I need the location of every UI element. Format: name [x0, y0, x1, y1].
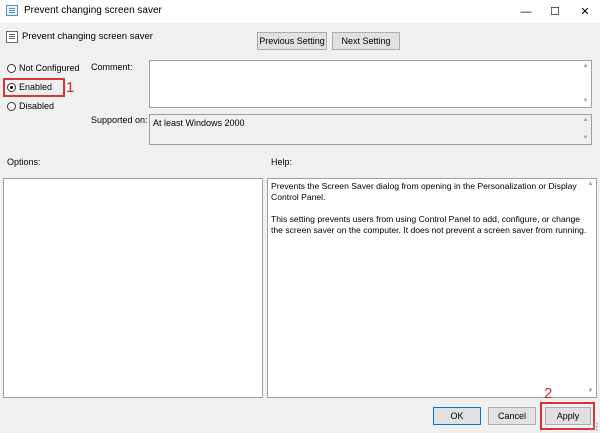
- apply-button[interactable]: Apply: [545, 407, 591, 425]
- scroll-down-icon[interactable]: ▼: [587, 388, 594, 395]
- title-bar: Prevent changing screen saver — ☐ ✕: [0, 0, 600, 23]
- previous-setting-button[interactable]: Previous Setting: [257, 32, 327, 50]
- supported-on-label: Supported on:: [91, 115, 148, 125]
- enabled-radio[interactable]: Enabled: [7, 82, 52, 92]
- help-label: Help:: [271, 157, 293, 167]
- help-paragraph-2: This setting prevents users from using C…: [271, 214, 587, 235]
- scroll-up-icon[interactable]: ▲: [582, 63, 589, 70]
- radio-circle-icon: [7, 63, 16, 73]
- minimize-button[interactable]: —: [511, 0, 541, 23]
- scroll-down-icon[interactable]: ▼: [582, 98, 589, 105]
- step2-callout: 2: [544, 385, 553, 402]
- comment-value: [150, 61, 591, 65]
- scroll-down-icon[interactable]: ▼: [582, 135, 589, 142]
- help-panel: Prevents the Screen Saver dialog from op…: [267, 178, 597, 398]
- policy-icon: [6, 5, 18, 16]
- step1-callout: 1: [66, 79, 75, 96]
- comment-scrollbar[interactable]: ▲ ▼: [580, 61, 591, 107]
- supported-on-field: At least Windows 2000 ▲ ▼: [149, 114, 592, 145]
- radio-label: Disabled: [19, 101, 55, 111]
- not-configured-radio[interactable]: Not Configured: [7, 63, 80, 73]
- next-setting-button[interactable]: Next Setting: [332, 32, 400, 50]
- policy-setting-icon: [6, 31, 18, 43]
- comment-field[interactable]: ▲ ▼: [149, 60, 592, 108]
- resize-grip-icon[interactable]: [590, 423, 598, 431]
- radio-label: Not Configured: [19, 63, 80, 73]
- radio-label: Enabled: [19, 82, 53, 92]
- radio-circle-icon: [7, 101, 16, 111]
- help-scrollbar[interactable]: ▲ ▼: [585, 179, 596, 397]
- comment-label: Comment:: [91, 62, 133, 72]
- supported-scrollbar[interactable]: ▲ ▼: [580, 115, 591, 144]
- scroll-up-icon[interactable]: ▲: [582, 117, 589, 124]
- window-title: Prevent changing screen saver: [24, 5, 162, 16]
- maximize-button[interactable]: ☐: [540, 0, 570, 23]
- policy-name: Prevent changing screen saver: [22, 31, 153, 42]
- scroll-up-icon[interactable]: ▲: [587, 181, 594, 188]
- disabled-radio[interactable]: Disabled: [7, 101, 54, 111]
- radio-circle-icon: [7, 82, 16, 92]
- cancel-button[interactable]: Cancel: [488, 407, 536, 425]
- ok-button[interactable]: OK: [433, 407, 481, 425]
- options-panel: [3, 178, 263, 398]
- options-label: Options:: [7, 157, 41, 167]
- supported-on-value: At least Windows 2000: [153, 118, 245, 128]
- help-paragraph-1: Prevents the Screen Saver dialog from op…: [271, 181, 577, 202]
- help-text: Prevents the Screen Saver dialog from op…: [268, 179, 596, 238]
- close-button[interactable]: ✕: [570, 0, 600, 23]
